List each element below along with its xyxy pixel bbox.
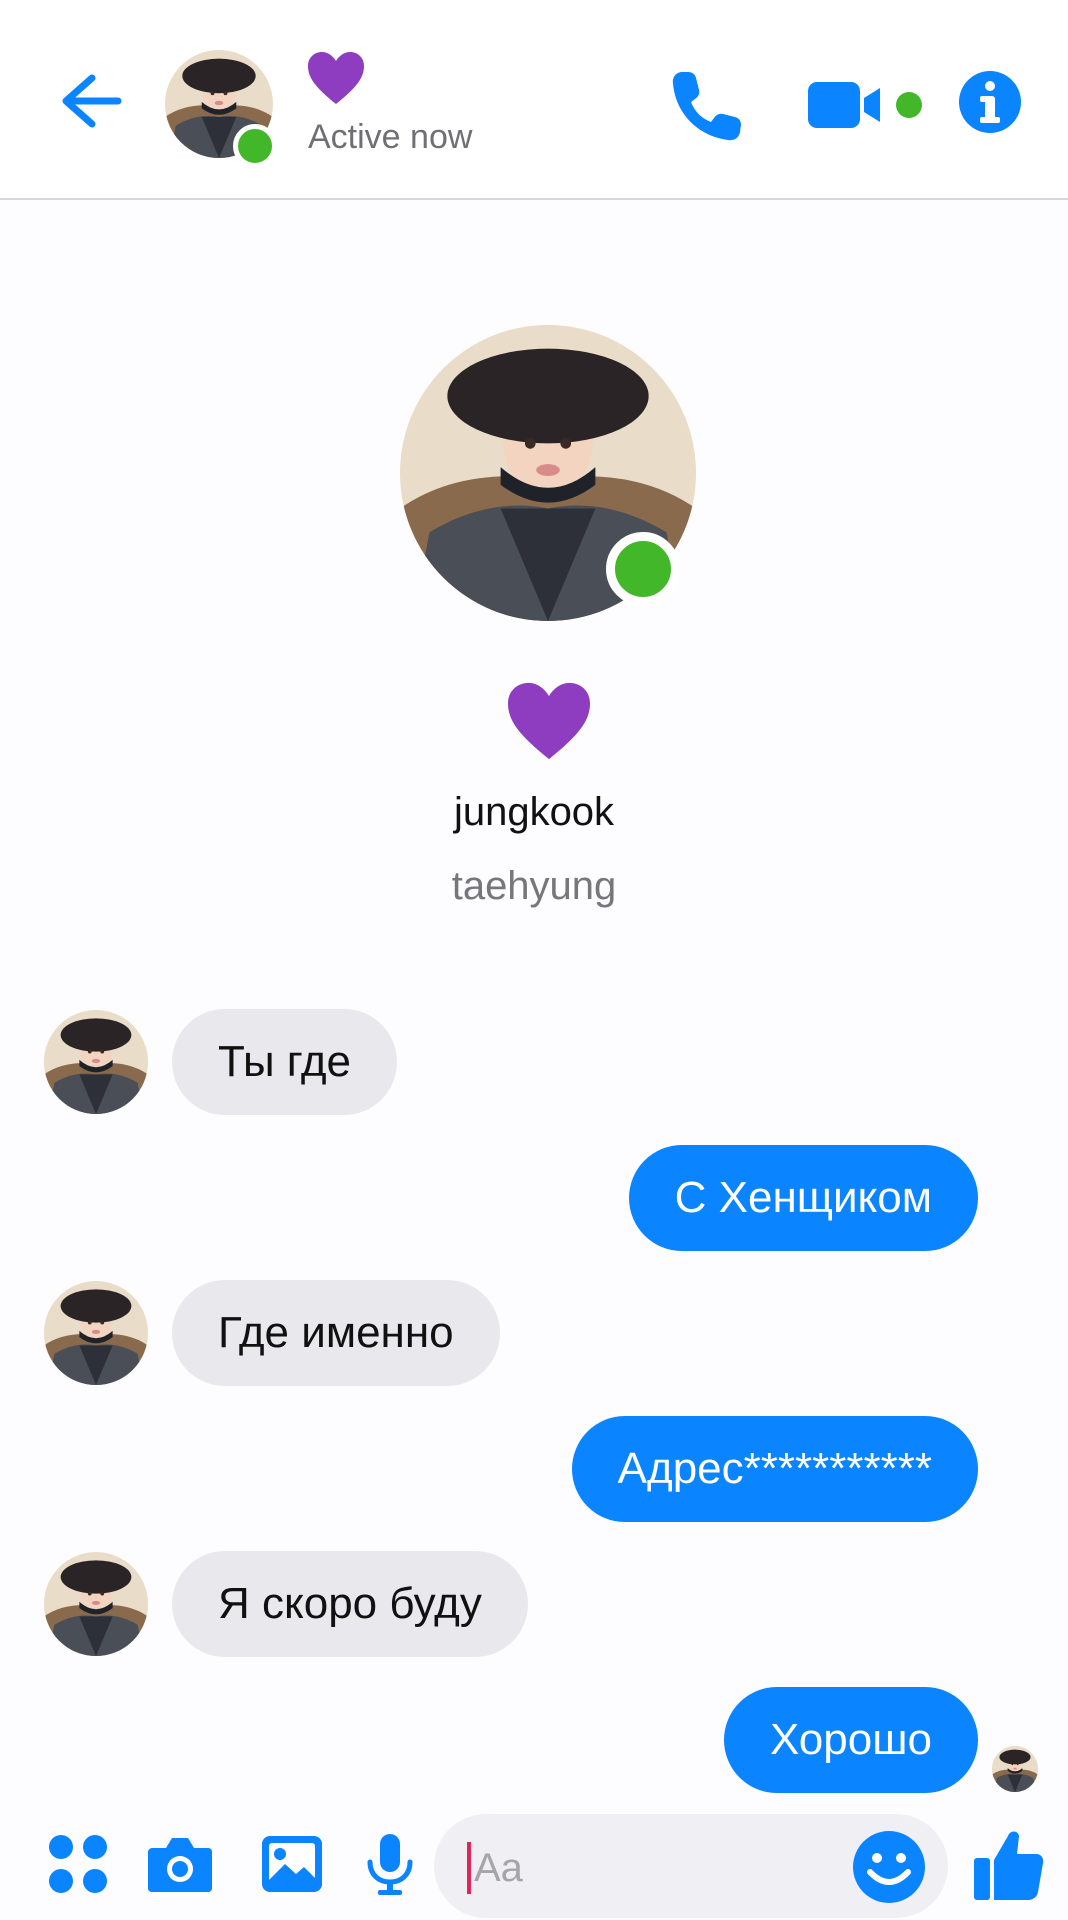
message-bubble-incoming[interactable]: Где именно (172, 1280, 500, 1386)
text-caret (467, 1842, 471, 1894)
message-bubble-incoming[interactable]: Ты где (172, 1009, 398, 1115)
smiley-icon[interactable] (852, 1830, 926, 1904)
profile-online-indicator (606, 532, 680, 606)
phone-icon[interactable] (668, 68, 744, 144)
message-input[interactable] (472, 1836, 836, 1900)
image-icon[interactable] (258, 1830, 326, 1898)
contact-name-heart[interactable] (306, 50, 366, 106)
message-bubble-outgoing[interactable]: Хорошо (723, 1687, 978, 1793)
video-camera-icon[interactable] (808, 78, 888, 132)
profile-name: jungkook (453, 790, 615, 834)
message-bubble-outgoing[interactable]: Адрес*********** (571, 1416, 978, 1522)
message-bubble-incoming[interactable]: Я скоро буду (172, 1551, 528, 1657)
chat-header: Active now (0, 0, 1068, 200)
thumbs-up-icon[interactable] (974, 1826, 1044, 1902)
active-status: Active now (308, 118, 473, 156)
purple-heart-icon (508, 682, 590, 760)
apps-grid-icon[interactable] (44, 1830, 112, 1898)
sender-avatar[interactable] (44, 1010, 148, 1114)
seen-receipt-avatar (992, 1746, 1038, 1792)
online-indicator (233, 124, 277, 168)
message-bubble-outgoing[interactable]: С Хенщиком (628, 1145, 978, 1251)
sender-avatar[interactable] (44, 1552, 148, 1656)
camera-icon[interactable] (146, 1830, 214, 1898)
sender-avatar[interactable] (44, 1281, 148, 1385)
video-active-dot (896, 92, 922, 118)
microphone-icon[interactable] (356, 1830, 424, 1898)
profile-nickname: taehyung (451, 864, 617, 908)
info-icon[interactable] (958, 70, 1022, 134)
back-arrow-icon[interactable] (56, 66, 126, 136)
